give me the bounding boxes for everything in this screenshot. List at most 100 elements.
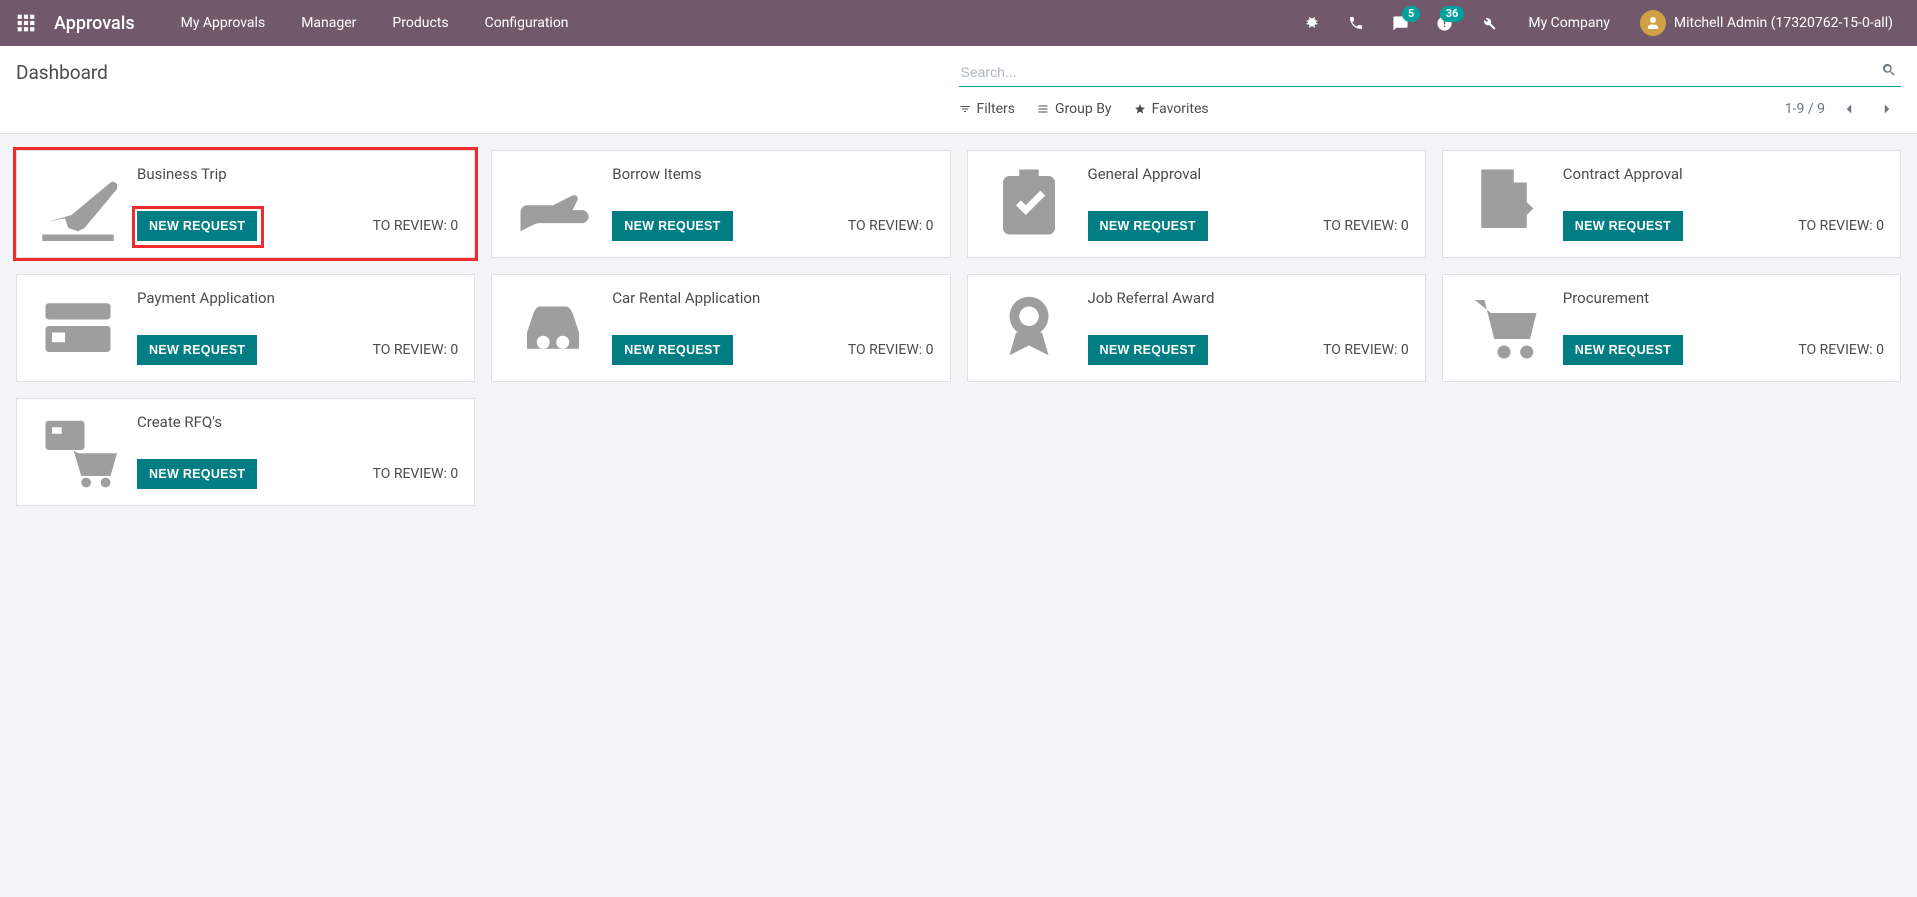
to-review-link[interactable]: TO REVIEW: 0 — [1323, 218, 1409, 234]
dashboard-grid: Business TripNEW REQUESTTO REVIEW: 0Borr… — [0, 134, 1917, 522]
rfq-icon — [33, 411, 123, 489]
debug-icon[interactable] — [1294, 0, 1330, 46]
activities-icon[interactable]: 36 — [1426, 0, 1462, 46]
card-body: Contract Approval NEW REQUEST TO REVIEW: 0 — [1563, 163, 1884, 241]
approval-type-card: Contract Approval NEW REQUEST TO REVIEW: 0 — [1442, 150, 1901, 258]
card-title: Borrow Items — [612, 163, 933, 183]
messages-icon[interactable]: 5 — [1382, 0, 1418, 46]
to-review-link[interactable]: TO REVIEW: 0 — [1798, 218, 1884, 234]
to-review-link[interactable]: TO REVIEW: 0 — [848, 342, 934, 358]
card-actions: NEW REQUEST TO REVIEW: 0 — [137, 335, 458, 365]
pager-text: 1-9 / 9 — [1785, 101, 1825, 117]
approval-type-card: Car Rental Application NEW REQUEST TO REVI… — [491, 274, 950, 382]
new-request-button[interactable]: NEW REQUEST — [612, 211, 732, 241]
card-title: Business Trip — [137, 163, 458, 183]
approval-type-card: Job Referral Award NEW REQUEST TO REVIEW: … — [967, 274, 1426, 382]
card-actions: NEW REQUEST TO REVIEW: 0 — [612, 211, 933, 241]
pager-next[interactable] — [1873, 95, 1901, 123]
page-title: Dashboard — [16, 61, 108, 84]
new-request-button[interactable]: NEW REQUEST — [1563, 211, 1683, 241]
hand-icon — [508, 163, 598, 241]
card-body: Procurement NEW REQUEST TO REVIEW: 0 — [1563, 287, 1884, 365]
award-icon — [984, 287, 1074, 365]
filter-bar: Filters Group By Favorites 1-9 / 9 — [959, 95, 1902, 123]
pager: 1-9 / 9 — [1785, 95, 1901, 123]
approval-type-card: Borrow Items NEW REQUEST TO REVIEW: 0 — [491, 150, 950, 258]
card-body: Payment Application NEW REQUEST TO REVIEW:… — [137, 287, 458, 365]
card-actions: NEW REQUEST TO REVIEW: 0 — [1563, 335, 1884, 365]
nav-manager[interactable]: Manager — [287, 0, 370, 46]
approval-type-card: Business Trip NEW REQUEST TO REVIEW: 0 — [16, 150, 475, 258]
pager-prev[interactable] — [1835, 95, 1863, 123]
to-review-link[interactable]: TO REVIEW: 0 — [848, 218, 934, 234]
brand-title[interactable]: Approvals — [54, 13, 135, 34]
card-body: Borrow Items NEW REQUEST TO REVIEW: 0 — [612, 163, 933, 241]
card-title: Contract Approval — [1563, 163, 1884, 183]
nav-products[interactable]: Products — [378, 0, 462, 46]
new-request-button[interactable]: NEW REQUEST — [1088, 335, 1208, 365]
sign-icon — [1459, 163, 1549, 241]
tools-icon[interactable] — [1470, 0, 1506, 46]
card-body: Car Rental Application NEW REQUEST TO REVI… — [612, 287, 933, 365]
filter-icon — [959, 103, 971, 115]
new-request-button[interactable]: NEW REQUEST — [1088, 211, 1208, 241]
card-actions: NEW REQUEST TO REVIEW: 0 — [1088, 211, 1409, 241]
activities-badge: 36 — [1440, 6, 1465, 22]
to-review-link[interactable]: TO REVIEW: 0 — [373, 342, 459, 358]
chevron-left-icon — [1840, 100, 1858, 118]
nav-my-approvals[interactable]: My Approvals — [167, 0, 280, 46]
new-request-button[interactable]: NEW REQUEST — [137, 335, 257, 365]
company-switcher[interactable]: My Company — [1514, 15, 1624, 31]
card-title: Procurement — [1563, 287, 1884, 307]
list-icon — [1037, 103, 1049, 115]
star-icon — [1134, 103, 1146, 115]
search-input[interactable] — [959, 58, 1902, 87]
card-body: General Approval NEW REQUEST TO REVIEW: 0 — [1088, 163, 1409, 241]
group-by-button[interactable]: Group By — [1037, 101, 1112, 117]
card-title: Job Referral Award — [1088, 287, 1409, 307]
card-icon — [33, 287, 123, 365]
card-actions: NEW REQUEST TO REVIEW: 0 — [612, 335, 933, 365]
chevron-right-icon — [1878, 100, 1896, 118]
card-actions: NEW REQUEST TO REVIEW: 0 — [1563, 211, 1884, 241]
card-actions: NEW REQUEST TO REVIEW: 0 — [137, 459, 458, 489]
search-icon[interactable] — [1881, 62, 1897, 78]
user-menu[interactable]: Mitchell Admin (17320762-15-0-all) — [1632, 10, 1901, 36]
card-actions: NEW REQUEST TO REVIEW: 0 — [1088, 335, 1409, 365]
card-title: General Approval — [1088, 163, 1409, 183]
filters-button[interactable]: Filters — [959, 101, 1016, 117]
apps-icon[interactable] — [16, 13, 36, 33]
search-wrap — [959, 58, 1902, 87]
phone-icon[interactable] — [1338, 0, 1374, 46]
to-review-link[interactable]: TO REVIEW: 0 — [1798, 342, 1884, 358]
to-review-link[interactable]: TO REVIEW: 0 — [1323, 342, 1409, 358]
to-review-link[interactable]: TO REVIEW: 0 — [373, 466, 459, 482]
approval-type-card: Procurement NEW REQUEST TO REVIEW: 0 — [1442, 274, 1901, 382]
user-avatar — [1640, 10, 1666, 36]
new-request-button[interactable]: NEW REQUEST — [137, 459, 257, 489]
new-request-button[interactable]: NEW REQUEST — [1563, 335, 1683, 365]
cart-icon — [1459, 287, 1549, 365]
card-title: Payment Application — [137, 287, 458, 307]
plane-icon — [33, 163, 123, 241]
messages-badge: 5 — [1402, 6, 1420, 22]
card-body: Business Trip NEW REQUEST TO REVIEW: 0 — [137, 163, 458, 241]
clipboard-icon — [984, 163, 1074, 241]
top-nav: Approvals My Approvals Manager Products … — [0, 0, 1917, 46]
card-title: Create RFQ's — [137, 411, 458, 431]
card-title: Car Rental Application — [612, 287, 933, 307]
approval-type-card: General Approval NEW REQUEST TO REVIEW: 0 — [967, 150, 1426, 258]
new-request-button[interactable]: NEW REQUEST — [137, 211, 257, 241]
car-icon — [508, 287, 598, 365]
approval-type-card: Create RFQ's NEW REQUEST TO REVIEW: 0 — [16, 398, 475, 506]
to-review-link[interactable]: TO REVIEW: 0 — [373, 218, 459, 234]
new-request-button[interactable]: NEW REQUEST — [612, 335, 732, 365]
control-panel: Dashboard Filters Group By Favorites 1-9 — [0, 46, 1917, 134]
card-body: Create RFQ's NEW REQUEST TO REVIEW: 0 — [137, 411, 458, 489]
approval-type-card: Payment Application NEW REQUEST TO REVIEW:… — [16, 274, 475, 382]
favorites-button[interactable]: Favorites — [1134, 101, 1209, 117]
card-actions: NEW REQUEST TO REVIEW: 0 — [137, 211, 458, 241]
user-name: Mitchell Admin (17320762-15-0-all) — [1674, 15, 1893, 31]
card-body: Job Referral Award NEW REQUEST TO REVIEW: … — [1088, 287, 1409, 365]
nav-configuration[interactable]: Configuration — [471, 0, 583, 46]
